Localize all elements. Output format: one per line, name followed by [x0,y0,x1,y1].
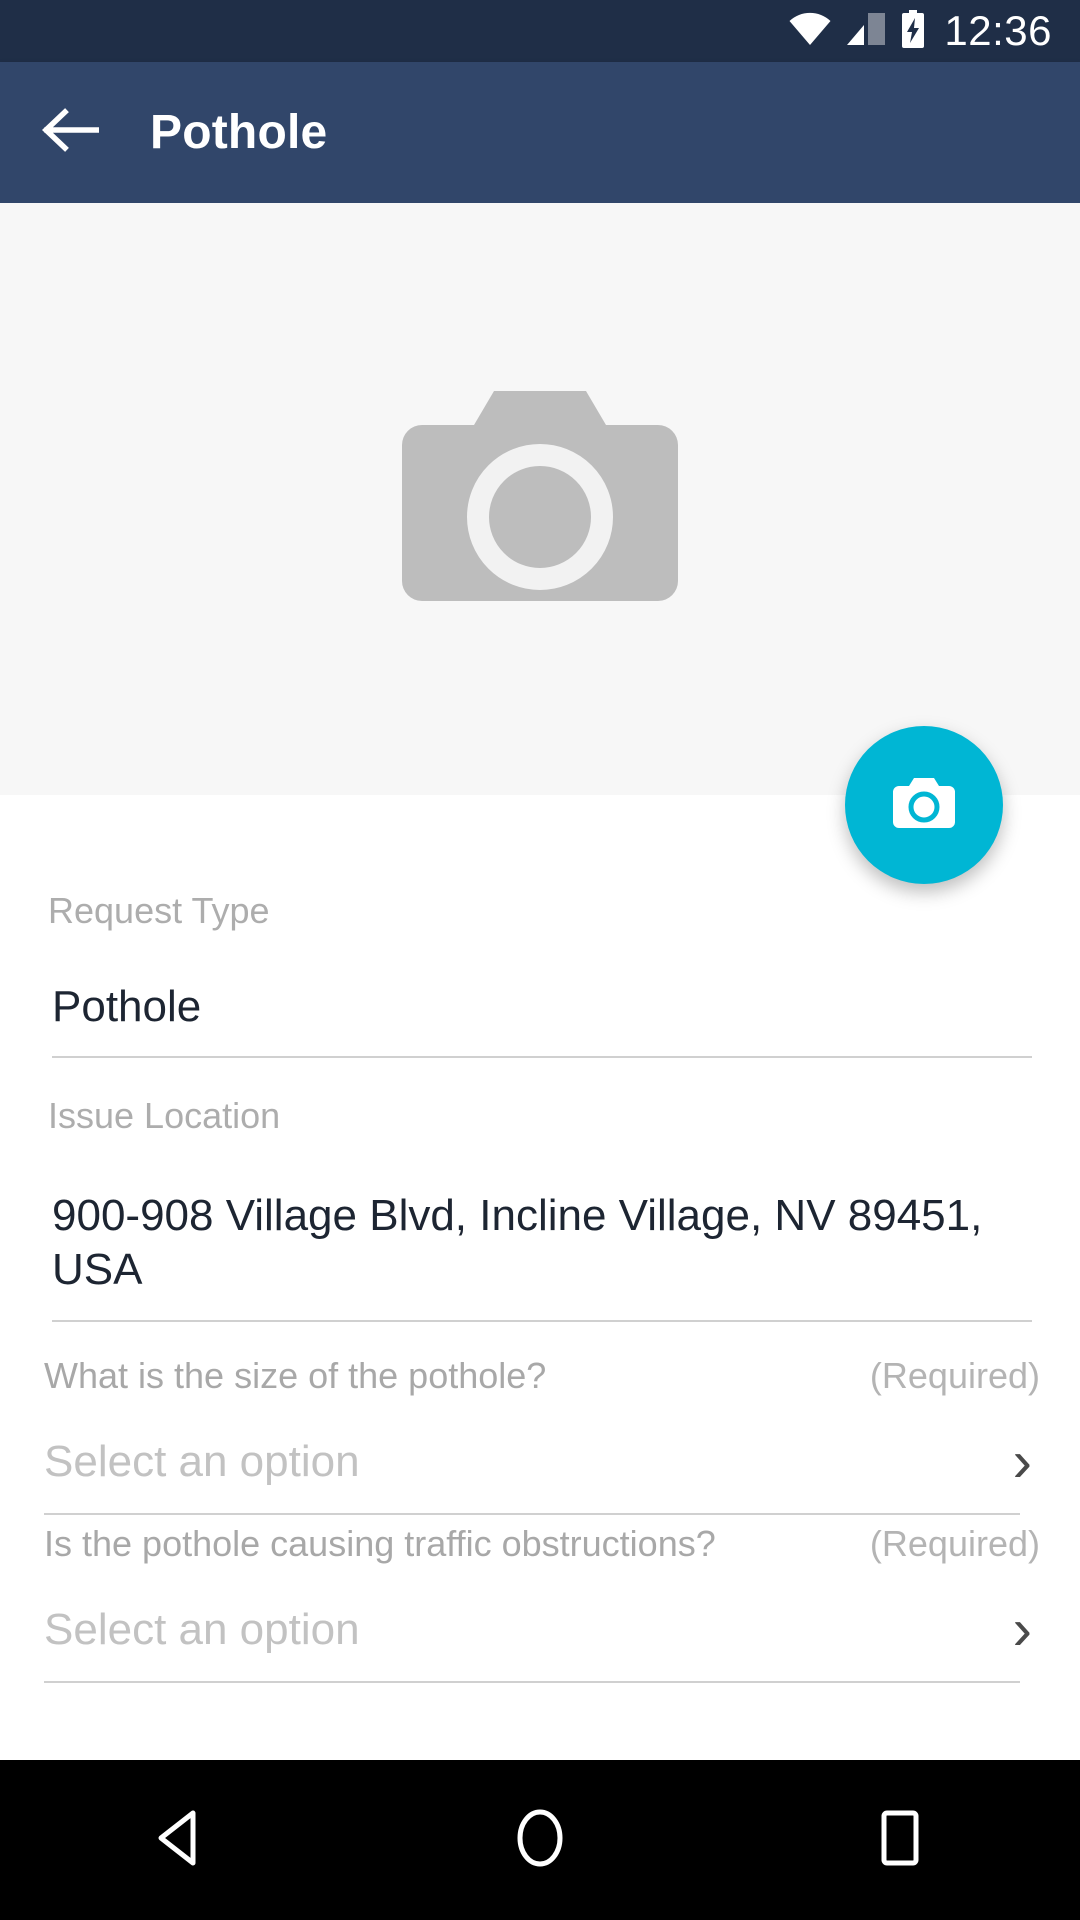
pothole-size-required-badge: (Required) [869,1355,1040,1396]
android-nav-bar [0,1760,1080,1920]
nav-home-button[interactable] [465,1785,615,1895]
camera-placeholder-icon [390,349,690,649]
status-bar: 12:36 [0,0,1080,62]
phone-screen: 12:36 Pothole Request Type Pothole Issue… [0,0,1080,1920]
pothole-size-question: What is the size of the pothole? [44,1355,547,1396]
app-bar: Pothole [0,62,1080,203]
battery-charging-icon [900,9,926,53]
issue-location-underline [52,1320,1032,1323]
page-title: Pothole [150,106,328,159]
traffic-obstruction-required-badge: (Required) [869,1523,1040,1564]
issue-location-label: Issue Location [48,1095,281,1136]
request-type-underline [52,1055,1032,1058]
wifi-icon [788,12,832,51]
traffic-obstruction-select[interactable]: Select an option › [0,1565,1080,1662]
field-issue-location[interactable]: Issue Location 900-908 Village Blvd, Inc… [0,1095,1080,1323]
field-traffic-obstruction[interactable]: Is the pothole causing traffic obstructi… [0,1523,1080,1683]
pothole-size-placeholder: Select an option [44,1437,360,1486]
pothole-size-header: What is the size of the pothole? (Requir… [0,1355,1080,1397]
recents-square-icon [875,1808,925,1873]
traffic-obstruction-header: Is the pothole causing traffic obstructi… [0,1523,1080,1565]
request-form: Request Type Pothole Issue Location 900-… [0,795,1080,1760]
camera-icon [893,776,955,835]
traffic-obstruction-underline [44,1681,1020,1683]
status-bar-time: 12:36 [944,7,1052,54]
pothole-size-select[interactable]: Select an option › [0,1397,1080,1494]
arrow-left-icon [41,108,100,157]
request-type-value: Pothole [52,982,202,1031]
home-circle-icon [512,1807,568,1874]
pothole-size-underline [44,1513,1020,1515]
back-button[interactable] [40,103,100,163]
traffic-obstruction-question: Is the pothole causing traffic obstructi… [44,1523,716,1564]
back-triangle-icon [153,1808,207,1873]
chevron-right-icon: › [1012,1428,1032,1494]
photo-preview-area[interactable] [0,203,1080,795]
traffic-obstruction-placeholder: Select an option [44,1605,360,1654]
status-bar-icons [788,9,926,53]
nav-back-button[interactable] [105,1785,255,1895]
signal-icon [846,12,886,51]
take-photo-fab[interactable] [845,726,1003,884]
nav-recents-button[interactable] [825,1785,975,1895]
field-pothole-size[interactable]: What is the size of the pothole? (Requir… [0,1355,1080,1515]
chevron-right-icon: › [1012,1596,1032,1662]
issue-location-value: 900-908 Village Blvd, Incline Village, N… [52,1191,983,1294]
